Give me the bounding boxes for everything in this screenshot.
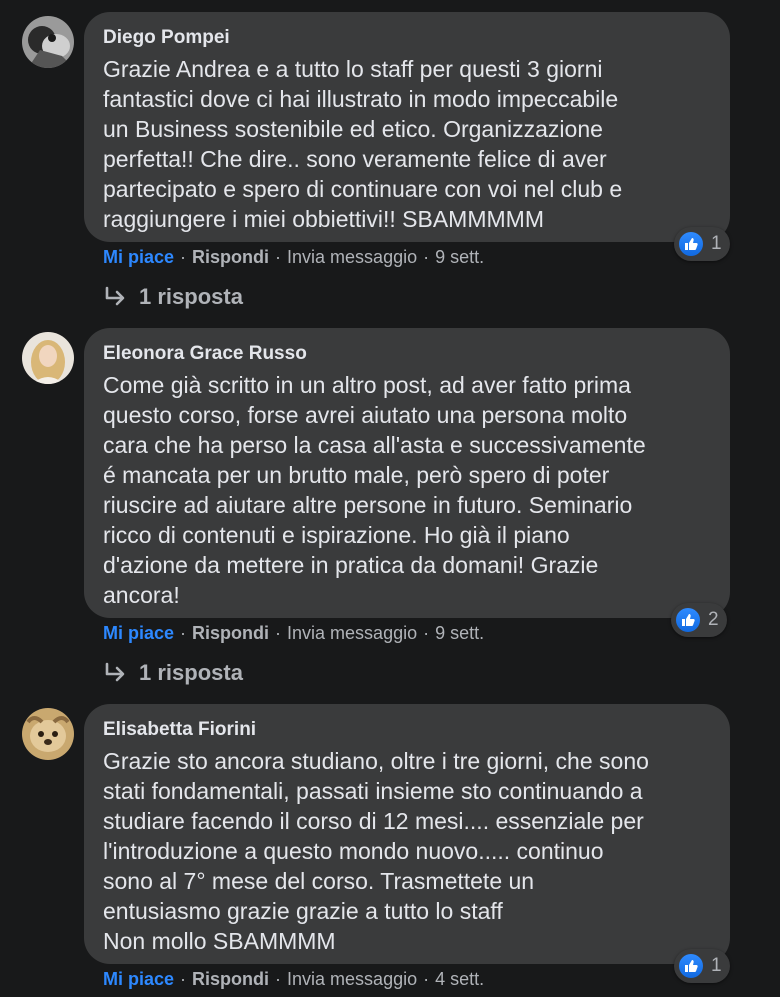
thumbs-up-icon: [677, 952, 705, 980]
avatar-image: [22, 16, 74, 68]
avatar-image: [22, 708, 74, 760]
reply-link[interactable]: Rispondi: [192, 969, 269, 989]
comment-author[interactable]: Elisabetta Fiorini: [103, 718, 710, 742]
reply-link[interactable]: Rispondi: [192, 247, 269, 267]
separator-dot: ·: [275, 623, 282, 643]
reaction-badge[interactable]: 1: [674, 227, 730, 261]
comment-actions: Mi piace · Rispondi · Invia messaggio · 9 sett…: [103, 245, 484, 269]
replies-count-label: 1 risposta: [139, 660, 243, 685]
separator-dot: ·: [180, 247, 187, 267]
separator-dot: ·: [275, 247, 282, 267]
view-replies-link[interactable]: 1 risposta: [103, 660, 243, 686]
avatar[interactable]: [22, 16, 74, 68]
like-link[interactable]: Mi piace: [103, 969, 174, 989]
avatar-image: [22, 332, 74, 384]
separator-dot: ·: [180, 623, 187, 643]
like-link[interactable]: Mi piace: [103, 247, 174, 267]
reply-arrow-icon: [105, 286, 125, 306]
replies-count-label: 1 risposta: [139, 284, 243, 309]
comment-bubble: Diego Pompei Grazie Andrea e a tutto lo …: [84, 12, 730, 242]
separator-dot: ·: [423, 247, 430, 267]
comment-author[interactable]: Eleonora Grace Russo: [103, 342, 710, 366]
like-link[interactable]: Mi piace: [103, 623, 174, 643]
thumbs-up-icon: [674, 606, 702, 634]
send-message-link[interactable]: Invia messaggio: [287, 969, 417, 989]
avatar[interactable]: [22, 332, 74, 384]
comment-bubble: Eleonora Grace Russo Come già scritto in…: [84, 328, 730, 618]
reaction-count: 1: [711, 233, 722, 254]
comment-text: Grazie sto ancora studiano, oltre i tre …: [103, 748, 649, 954]
comment-timestamp[interactable]: 4 sett.: [435, 969, 484, 989]
avatar[interactable]: [22, 708, 74, 760]
send-message-link[interactable]: Invia messaggio: [287, 623, 417, 643]
reaction-badge[interactable]: 1: [674, 949, 730, 983]
thumbs-up-icon: [677, 230, 705, 258]
comment-author[interactable]: Diego Pompei: [103, 26, 710, 50]
comment-actions: Mi piace · Rispondi · Invia messaggio · 9 sett…: [103, 621, 484, 645]
separator-dot: ·: [423, 969, 430, 989]
separator-dot: ·: [180, 969, 187, 989]
separator-dot: ·: [423, 623, 430, 643]
separator-dot: ·: [275, 969, 282, 989]
reaction-count: 2: [708, 609, 719, 630]
comment-bubble: Elisabetta Fiorini Grazie sto ancora stu…: [84, 704, 730, 964]
reply-arrow-icon: [105, 662, 125, 682]
reaction-count: 1: [711, 955, 722, 976]
comment-text: Grazie Andrea e a tutto lo staff per que…: [103, 56, 623, 232]
send-message-link[interactable]: Invia messaggio: [287, 247, 417, 267]
comment-actions: Mi piace · Rispondi · Invia messaggio · 4 sett…: [103, 967, 484, 991]
reply-link[interactable]: Rispondi: [192, 623, 269, 643]
comment-timestamp[interactable]: 9 sett.: [435, 623, 484, 643]
comment-text: Come già scritto in un altro post, ad av…: [103, 372, 646, 608]
comment-timestamp[interactable]: 9 sett.: [435, 247, 484, 267]
view-replies-link[interactable]: 1 risposta: [103, 284, 243, 310]
reaction-badge[interactable]: 2: [671, 603, 727, 637]
